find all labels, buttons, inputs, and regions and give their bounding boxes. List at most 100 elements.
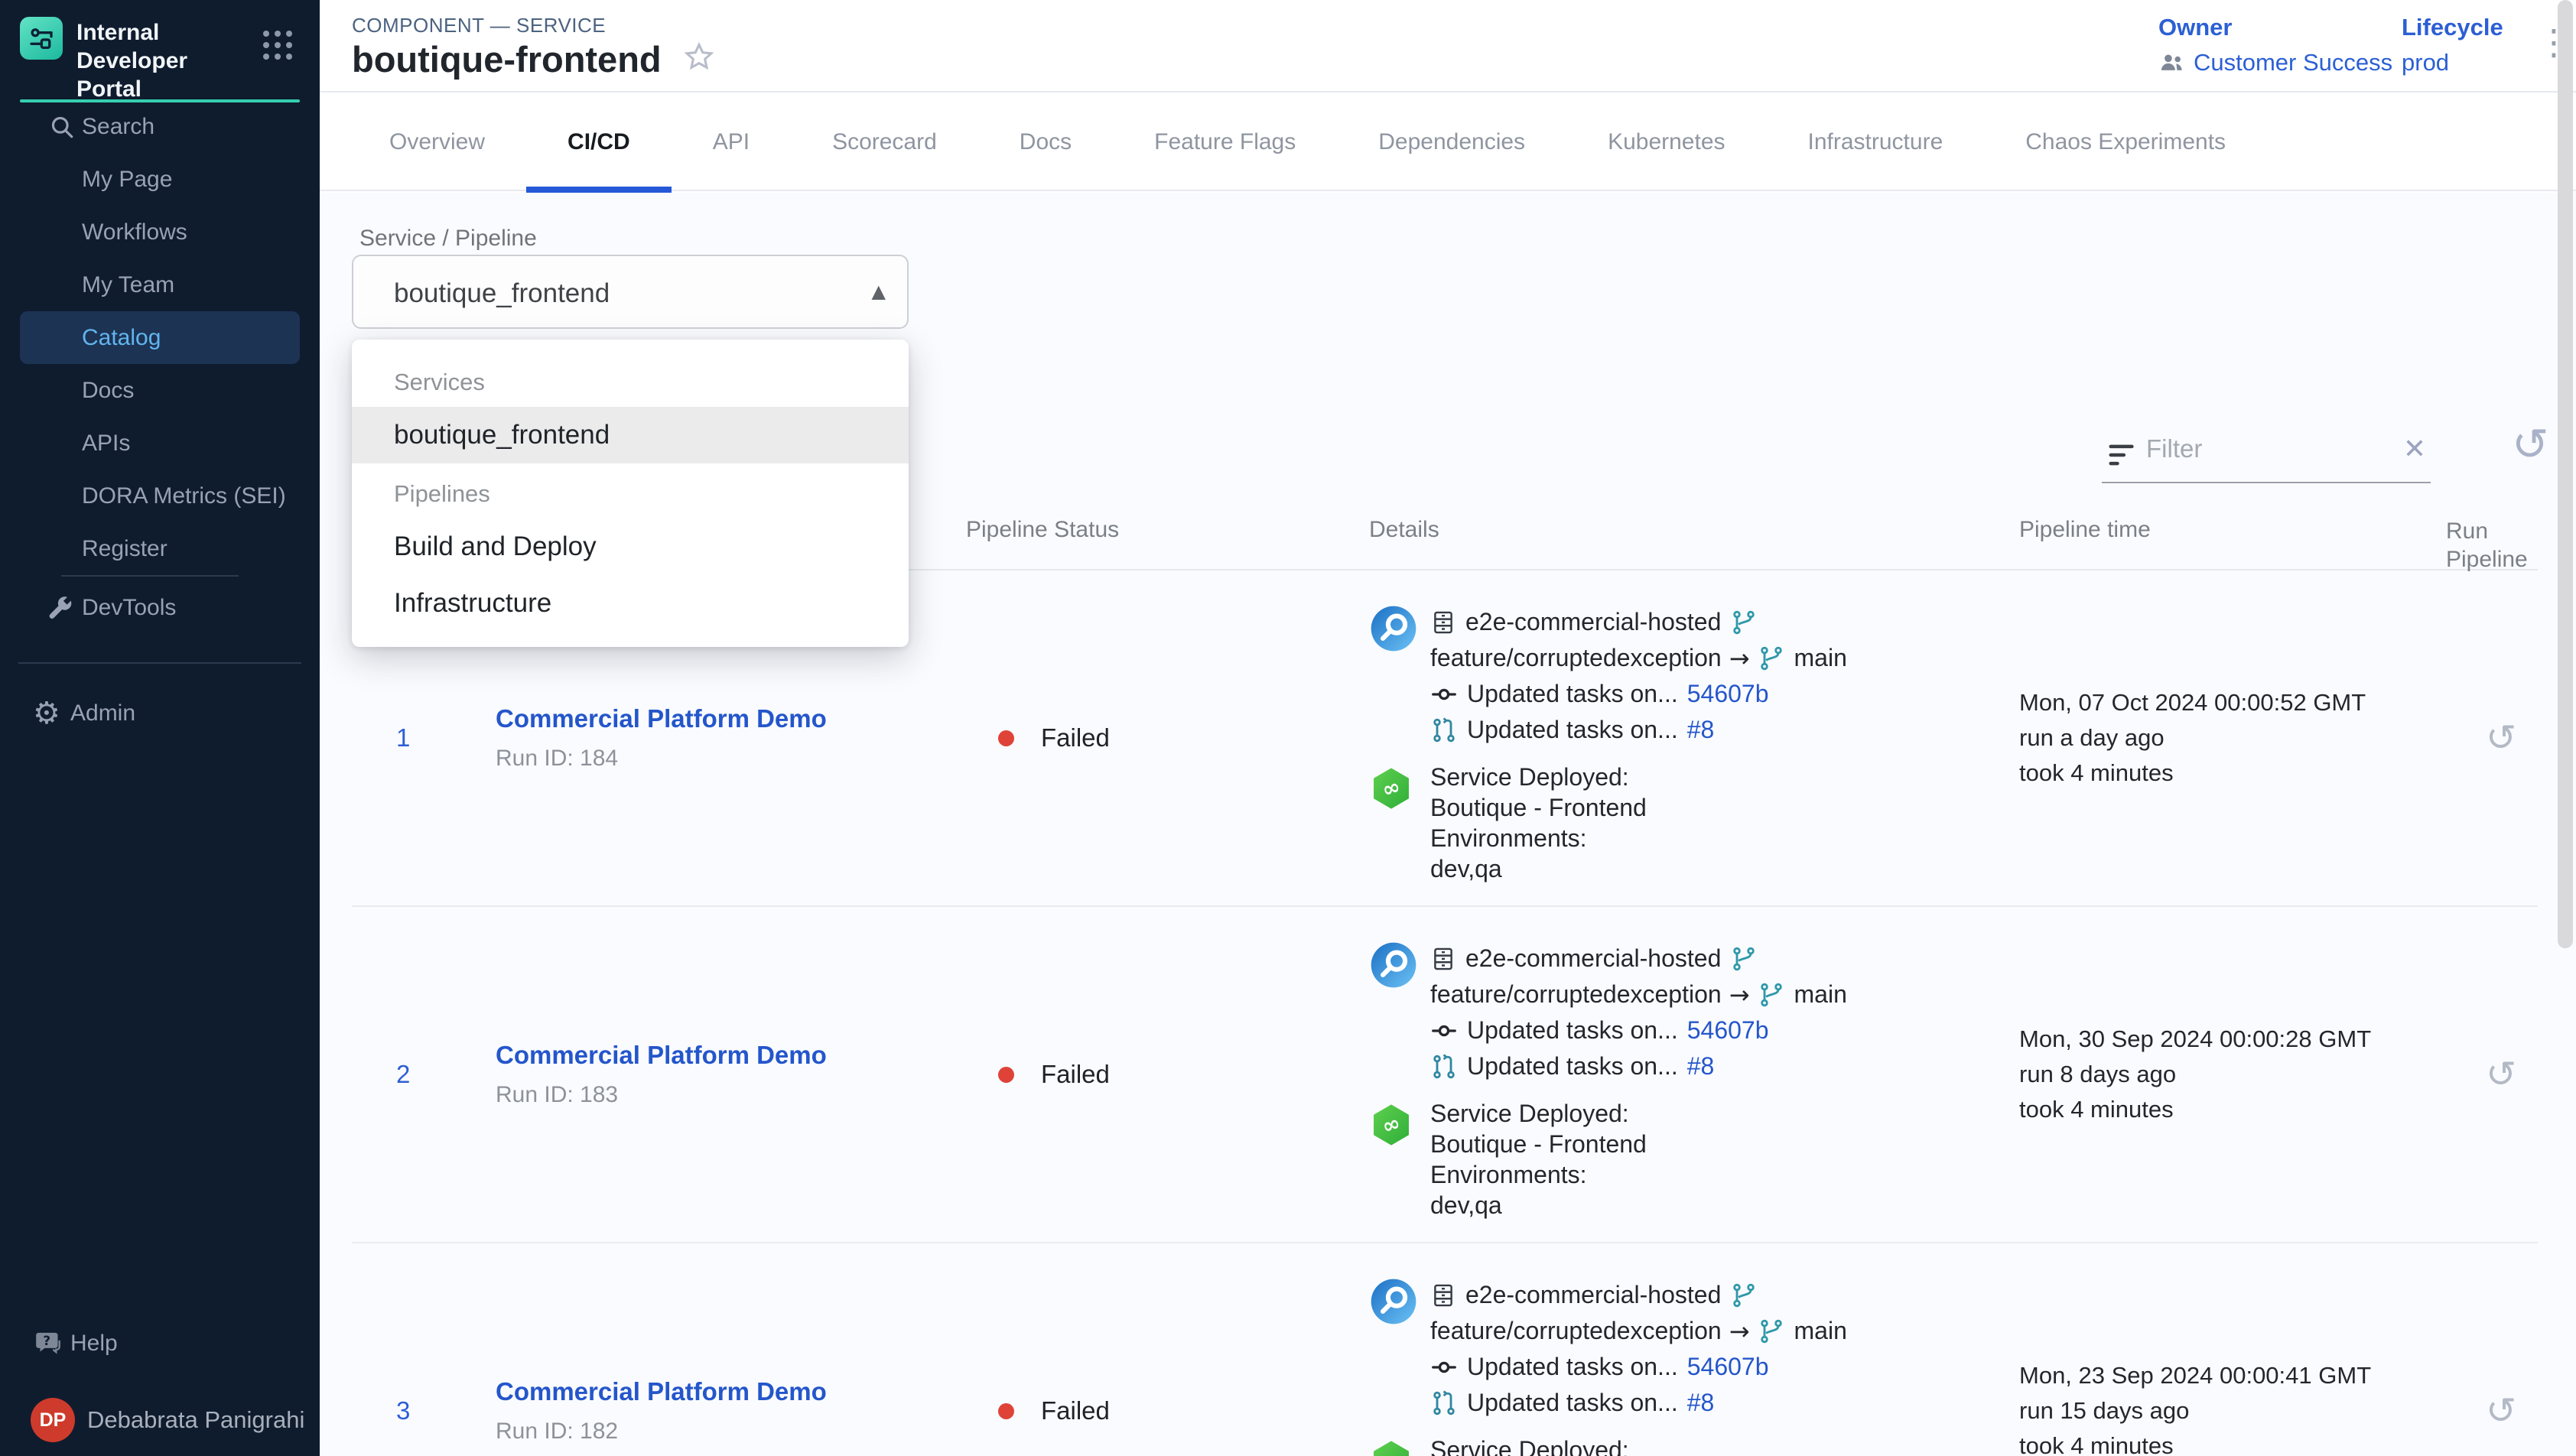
repo-name[interactable]: e2e-commercial-hosted [1465, 608, 1721, 636]
tab[interactable]: CI/CD [526, 93, 672, 191]
status-label: Failed [1041, 1060, 1110, 1089]
tab[interactable]: Infrastructure [1767, 93, 1985, 191]
refresh-icon[interactable]: ↺ [2512, 422, 2549, 466]
sidebar-item-search[interactable]: Search [0, 100, 320, 153]
arrow-right-icon: → [1729, 646, 1750, 671]
repo-line: e2e-commercial-hosted [1430, 1277, 1847, 1313]
sidebar-item[interactable]: Docs [0, 364, 320, 417]
sidebar-item[interactable]: Catalog [20, 311, 300, 364]
cd-section: ∞ Service Deployed: Boutique - Frontend … [1369, 1435, 2019, 1456]
run-index: 3 [352, 1396, 496, 1425]
entity-tabs: Overview CI/CD API Scorecard Docs Featur… [320, 93, 2576, 191]
menu-option-label: Pipelines [394, 480, 490, 507]
run-index: 1 [352, 723, 496, 752]
run-duration: took 4 minutes [2019, 1092, 2463, 1127]
pipeline-run-link[interactable]: Commercial Platform Demo [496, 704, 981, 733]
cd-module-icon: ∞ [1369, 1435, 1430, 1456]
sidebar-item[interactable]: My Page [0, 153, 320, 206]
people-icon [2158, 49, 2186, 76]
sidebar-item[interactable]: My Team [0, 258, 320, 311]
pipeline-run-link[interactable]: Commercial Platform Demo [496, 1041, 981, 1070]
tab[interactable]: Feature Flags [1113, 93, 1337, 191]
source-branch[interactable]: feature/corruptedexception [1430, 1317, 1722, 1345]
repo-name[interactable]: e2e-commercial-hosted [1465, 944, 1721, 973]
rerun-pipeline-icon[interactable]: ↺ [2486, 1056, 2516, 1093]
run-relative: run 8 days ago [2019, 1057, 2463, 1092]
pr-link[interactable]: #8 [1687, 1389, 1715, 1417]
tab-label: Overview [389, 129, 485, 155]
menu-option[interactable]: boutique_frontend [352, 407, 909, 463]
menu-option[interactable]: Services [352, 352, 909, 407]
sidebar-item-label: Docs [82, 378, 134, 404]
pipeline-run-link[interactable]: Commercial Platform Demo [496, 1377, 981, 1406]
commit-line: Updated tasks on... 54607b [1430, 1349, 1847, 1385]
sidebar-item[interactable]: APIs [0, 417, 320, 470]
sidebar-item-devtools[interactable]: DevTools [0, 581, 320, 634]
git-branch-icon [1758, 1318, 1785, 1345]
tab[interactable]: API [672, 93, 791, 191]
pipeline-select-menu: Services boutique_frontend Pipelines Bui… [352, 340, 909, 647]
target-branch[interactable]: main [1794, 1317, 1847, 1345]
menu-option-label: boutique_frontend [394, 420, 610, 450]
favorite-star-icon[interactable] [681, 40, 717, 79]
tab[interactable]: Docs [978, 93, 1113, 191]
source-branch[interactable]: feature/corruptedexception [1430, 980, 1722, 1009]
sidebar-item-label: Admin [70, 700, 135, 726]
menu-option[interactable]: Infrastructure [352, 575, 909, 632]
commit-link[interactable]: 54607b [1687, 1353, 1769, 1381]
sidebar-item-label: Workflows [82, 219, 187, 245]
repo-name[interactable]: e2e-commercial-hosted [1465, 1281, 1721, 1309]
tab[interactable]: Dependencies [1337, 93, 1566, 191]
clear-filter-icon[interactable]: ✕ [2403, 436, 2426, 463]
sidebar-item[interactable]: Register [0, 522, 320, 575]
rerun-pipeline-icon[interactable]: ↺ [2486, 1393, 2516, 1429]
rerun-pipeline-icon[interactable]: ↺ [2486, 720, 2516, 756]
status-label: Failed [1041, 723, 1110, 752]
repo-line: e2e-commercial-hosted [1430, 604, 1847, 640]
filter-input[interactable] [2146, 434, 2368, 463]
tab[interactable]: Overview [348, 93, 526, 191]
run-pipeline-cell: ↺ [2463, 1393, 2538, 1429]
target-branch[interactable]: main [1794, 980, 1847, 1009]
run-date: Mon, 23 Sep 2024 00:00:41 GMT [2019, 1358, 2463, 1393]
run-index: 2 [352, 1060, 496, 1089]
col-pipeline-time: Pipeline time [2019, 497, 2463, 574]
ci-module-icon [1369, 1277, 1430, 1421]
sidebar-item-admin[interactable]: ⚙ Admin [0, 687, 320, 739]
menu-option[interactable]: Pipelines [352, 463, 909, 518]
pr-link[interactable]: #8 [1687, 716, 1715, 744]
tab[interactable]: Kubernetes [1566, 93, 1766, 191]
filter-field: ✕ [2102, 425, 2431, 483]
pull-request-icon [1430, 717, 1458, 744]
run-duration: took 4 minutes [2019, 1428, 2463, 1456]
git-branch-icon [1730, 1282, 1758, 1309]
commit-link[interactable]: 54607b [1687, 680, 1769, 708]
sidebar-item-help[interactable]: ? Help [0, 1317, 320, 1370]
commit-link[interactable]: 54607b [1687, 1016, 1769, 1045]
ci-module-icon [1369, 941, 1430, 1084]
sidebar-item-label: DORA Metrics (SEI) [82, 483, 286, 509]
pr-link[interactable]: #8 [1687, 1052, 1715, 1081]
run-id: Run ID: 183 [496, 1082, 981, 1108]
status-failed-dot [998, 730, 1014, 746]
pipeline-select[interactable]: boutique_frontend ▲ [352, 255, 909, 329]
menu-option[interactable]: Build and Deploy [352, 518, 909, 575]
user-menu[interactable]: DP Debabrata Panigrahi [0, 1393, 320, 1447]
repo-icon [1430, 609, 1456, 635]
owner-label: Owner [2158, 14, 2392, 41]
source-branch[interactable]: feature/corruptedexception [1430, 644, 1722, 672]
tab[interactable]: Chaos Experiments [1984, 93, 2267, 191]
owner-value[interactable]: Customer Success [2158, 49, 2392, 76]
commit-icon [1430, 681, 1458, 708]
apps-grid-icon[interactable] [263, 31, 292, 60]
sidebar-item-label: APIs [82, 431, 130, 457]
user-name: Debabrata Panigrahi [87, 1406, 304, 1434]
scrollbar-thumb[interactable] [2558, 0, 2573, 948]
tab[interactable]: Scorecard [791, 93, 978, 191]
sidebar-item[interactable]: Workflows [0, 206, 320, 258]
sidebar-item[interactable]: DORA Metrics (SEI) [0, 470, 320, 522]
page-title: boutique-frontend [352, 38, 662, 80]
environments-value: dev,qa [1430, 853, 1647, 884]
target-branch[interactable]: main [1794, 644, 1847, 672]
status-label: Failed [1041, 1396, 1110, 1425]
